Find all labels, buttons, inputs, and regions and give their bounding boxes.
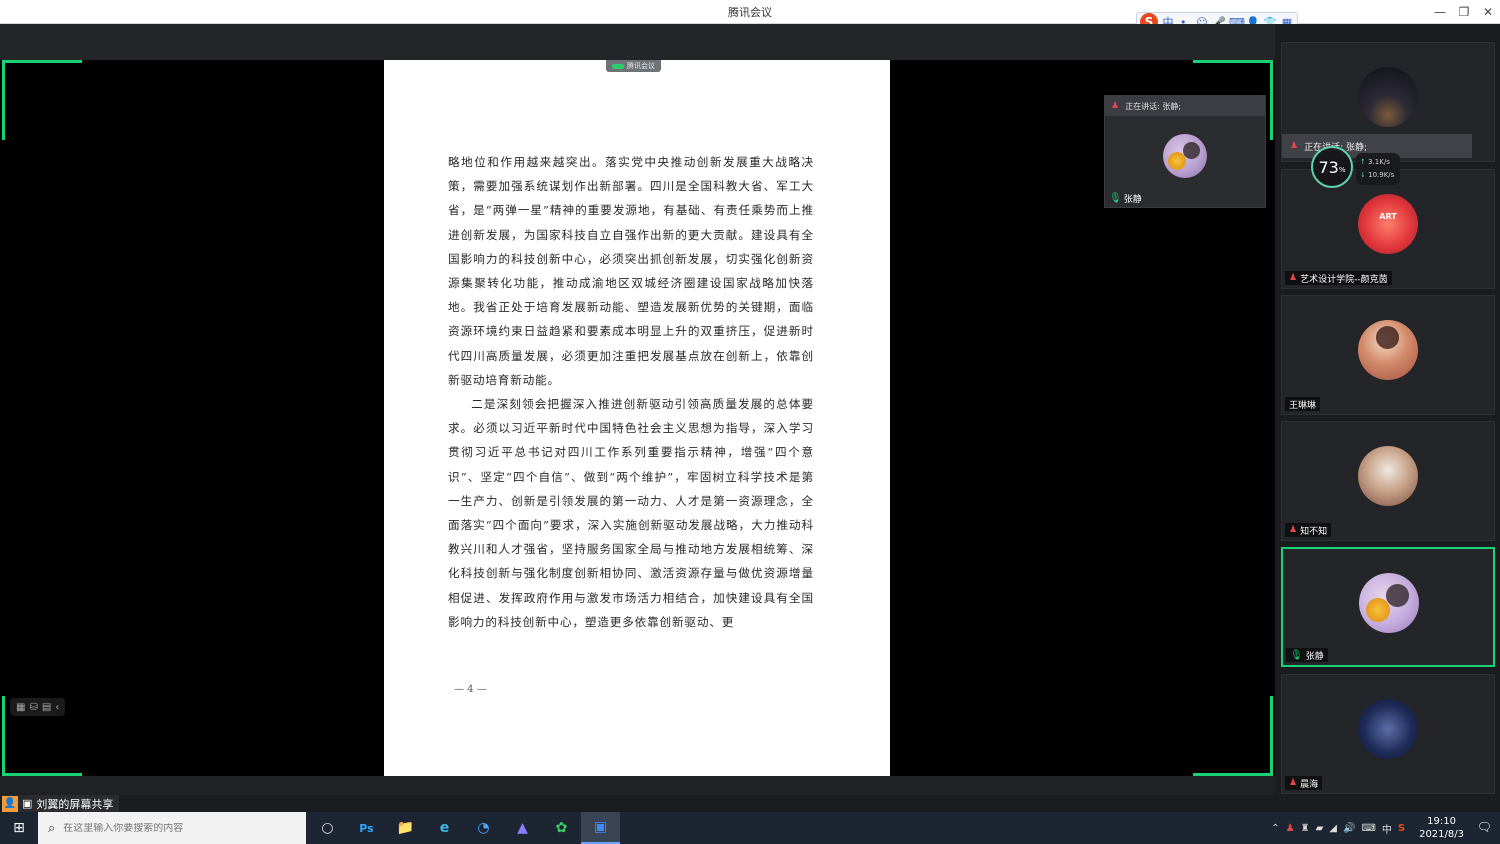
mic-active-icon: 🎙: [1290, 649, 1303, 661]
notification-center-icon[interactable]: 🗨: [1477, 820, 1492, 834]
speaker-icon: ♟: [1111, 101, 1120, 111]
sharing-indicator: 腾讯会议: [606, 60, 661, 72]
screen-share-label[interactable]: 👤 ▣ 刘翼的屏幕共享: [2, 795, 120, 812]
upload-icon: ↑: [1360, 158, 1366, 166]
document-paragraph: 略地位和作用越来越突出。落实党中央推动创新发展重大战略决策，需要加强系统谋划作出…: [448, 155, 814, 387]
avatar: [1358, 320, 1418, 380]
upload-speed: 3.1K/s: [1368, 158, 1390, 166]
participant-name: 王琳琳: [1289, 400, 1317, 411]
clock-date: 2021/8/3: [1419, 829, 1464, 840]
gauge-value: 73: [1318, 157, 1339, 177]
participant-label: ♟ 知不知: [1285, 523, 1332, 537]
share-status-bar: 👤 ▣ 刘翼的屏幕共享: [0, 795, 1275, 812]
mic-muted-icon: ♟: [1289, 525, 1298, 535]
participant-name-text: 张静: [1123, 195, 1142, 205]
participant-name: 晨海: [1300, 779, 1319, 790]
show-hidden-icons-icon[interactable]: ⌃: [1271, 823, 1279, 834]
keyboard-icon[interactable]: ⌨: [1361, 823, 1375, 834]
sogou-tray-icon[interactable]: S: [1398, 823, 1405, 834]
share-toolbar: ▦ ⛁ ▤ ‹: [10, 698, 66, 716]
mic-muted-icon: ♟: [1289, 778, 1298, 788]
edge-icon[interactable]: e: [425, 812, 464, 844]
participant-tile[interactable]: 王琳琳: [1281, 295, 1495, 415]
tencent-meeting-icon[interactable]: ▣: [581, 812, 620, 844]
mic-muted-icon: ♟: [1289, 273, 1298, 283]
avatar-text: ART: [1379, 212, 1397, 221]
speaking-label: 正在讲话: 张静;: [1125, 101, 1182, 111]
system-tray: ⌃ ♟ ♜ ▰ ◢ 🔊 ⌨ 中 S 19:10 2021/8/3: [1271, 812, 1464, 844]
collapse-icon[interactable]: ‹: [55, 702, 59, 713]
restore-button[interactable]: ❐: [1452, 0, 1476, 24]
network-gauge[interactable]: 73%: [1311, 146, 1353, 188]
clock-time: 19:10: [1427, 816, 1456, 827]
photos-icon[interactable]: ▲: [503, 812, 542, 844]
participant-label: ♟ 晨海: [1285, 776, 1323, 790]
participant-tile-speaking[interactable]: 🎙 张静: [1281, 547, 1495, 667]
search-icon: ⌕: [48, 820, 56, 836]
document-paragraph: 二是深刻领会把握深入推进创新驱动引领高质量发展的总体要求。必须以习近平新时代中国…: [448, 397, 814, 629]
page-number: — 4 —: [454, 684, 487, 695]
share-frame-corner: [2, 60, 82, 140]
photoshop-icon[interactable]: Ps: [347, 812, 386, 844]
avatar: [1163, 134, 1207, 178]
meeting-header: [0, 24, 1275, 60]
view-icon[interactable]: ▤: [42, 702, 51, 713]
participant-tile[interactable]: ART ♟ 艺术设计学院--颜克茵: [1281, 169, 1495, 289]
document-text: 略地位和作用越来越突出。落实党中央推动创新发展重大战略决策，需要加强系统谋划作出…: [448, 150, 814, 634]
avatar: [1358, 699, 1418, 759]
minimize-button[interactable]: —: [1428, 0, 1452, 24]
sharing-indicator-label: 腾讯会议: [627, 62, 655, 70]
taskbar-apps: ○ Ps 📁 e ◔ ▲ ✿ ▣: [308, 812, 620, 844]
participant-name: 艺术设计学院--颜克茵: [1300, 274, 1388, 285]
participant-label: 🎙 张静: [1286, 648, 1328, 662]
browser-icon[interactable]: ◔: [464, 812, 503, 844]
avatar: [1358, 446, 1418, 506]
network-icon[interactable]: ◢: [1329, 823, 1337, 834]
screen-share-owner: 刘翼的屏幕共享: [36, 797, 114, 811]
close-button[interactable]: ✕: [1476, 0, 1500, 24]
shared-document-page: 腾讯会议 略地位和作用越来越突出。落实党中央推动创新发展重大战略决策，需要加强系…: [384, 60, 890, 776]
avatar: ART: [1358, 194, 1418, 254]
avatar: [1359, 573, 1419, 633]
input-language-indicator[interactable]: 中: [1382, 821, 1392, 836]
participant-label: ♟ 艺术设计学院--颜克茵: [1285, 271, 1392, 285]
participant-name: 张静: [1305, 651, 1324, 662]
participant-tile[interactable]: ♟ 晨海: [1281, 674, 1495, 794]
download-speed: 10.9K/s: [1368, 171, 1395, 179]
participant-tile[interactable]: ♟ 知不知: [1281, 421, 1495, 541]
participant-label: 王琳琳: [1285, 397, 1321, 411]
share-screen-icon: ▣: [22, 797, 33, 810]
tray-app-icon[interactable]: ♜: [1301, 823, 1310, 834]
task-view-icon[interactable]: ○: [308, 812, 347, 844]
speaking-bar: ♟ 正在讲话: 张静;: [1105, 96, 1265, 116]
annotate-icon[interactable]: ⛁: [29, 702, 37, 713]
gauge-unit: %: [1338, 166, 1346, 174]
download-icon: ↓: [1360, 171, 1366, 179]
layout-icon[interactable]: ▦: [16, 702, 25, 713]
window-controls: — ❐ ✕: [1428, 0, 1500, 24]
avatar: [1358, 67, 1418, 127]
share-frame-corner: [1193, 696, 1273, 776]
network-speeds: ↑ 3.1K/s ↓ 10.9K/s: [1356, 153, 1400, 185]
mic-active-icon: 🎙: [1109, 193, 1122, 204]
participant-name: 🎙 张静: [1109, 192, 1142, 205]
qq-icon[interactable]: ♟: [1286, 823, 1295, 834]
start-button[interactable]: ⊞: [0, 812, 38, 844]
windows-taskbar: ⊞ ⌕ ○ Ps 📁 e ◔ ▲ ✿ ▣ ⌃ ♟ ♜ ▰ ◢ 🔊 ⌨ 中 S 1…: [0, 812, 1500, 844]
floating-speaker-window[interactable]: ♟ 正在讲话: 张静; 🎙 张静: [1104, 95, 1266, 208]
search-input[interactable]: [63, 822, 264, 834]
volume-icon[interactable]: 🔊: [1343, 823, 1355, 834]
taskbar-search[interactable]: ⌕: [38, 812, 306, 844]
wechat-icon[interactable]: ✿: [542, 812, 581, 844]
battery-icon[interactable]: ▰: [1316, 823, 1324, 834]
taskbar-clock[interactable]: 19:10 2021/8/3: [1419, 815, 1464, 841]
file-explorer-icon[interactable]: 📁: [386, 812, 425, 844]
user-avatar-icon: 👤: [2, 795, 18, 812]
sharing-status-icon: [612, 63, 624, 69]
participant-name: 知不知: [1300, 526, 1328, 537]
screen-share-area: 腾讯会议 略地位和作用越来越突出。落实党中央推动创新发展重大战略决策，需要加强系…: [0, 60, 1275, 776]
speaker-icon: ♟: [1290, 141, 1299, 151]
